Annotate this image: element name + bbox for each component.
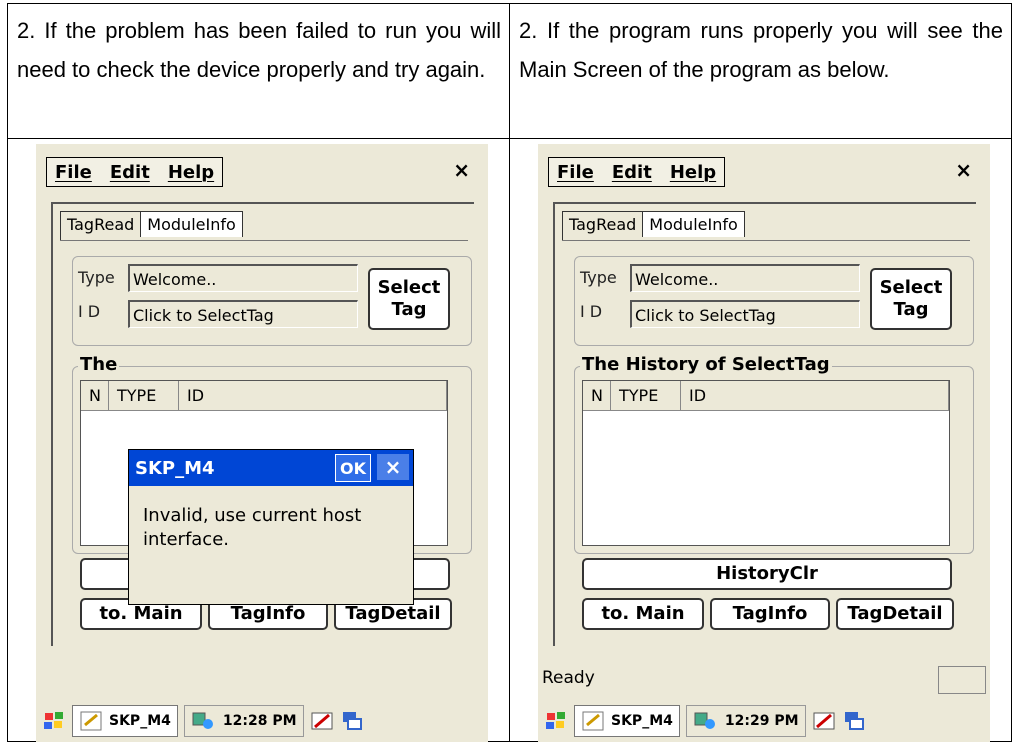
type-field[interactable]: Welcome.. xyxy=(630,264,860,292)
network-icon[interactable] xyxy=(191,709,215,733)
tab-tagread[interactable]: TagRead xyxy=(562,211,643,241)
close-icon[interactable]: × xyxy=(453,158,470,182)
taskbar: SKP_M4 12:29 PM xyxy=(538,699,990,742)
desktop-windows-icon[interactable] xyxy=(842,709,866,733)
col-n[interactable]: N xyxy=(583,381,611,411)
select-tag-button[interactable]: Select Tag xyxy=(870,268,952,330)
col-type[interactable]: TYPE xyxy=(109,381,179,411)
history-title: The History of SelectTag xyxy=(580,354,832,375)
id-label: I D xyxy=(580,302,603,321)
system-tray: 12:29 PM xyxy=(685,704,806,737)
status-text: Ready xyxy=(542,668,595,688)
taskbar-app-button[interactable]: SKP_M4 xyxy=(72,704,178,737)
col-id[interactable]: ID xyxy=(179,381,447,411)
left-instruction-text: 2. If the problem has been failed to run… xyxy=(17,18,501,82)
tab-moduleinfo[interactable]: ModuleInfo xyxy=(140,211,243,237)
clock[interactable]: 12:28 PM xyxy=(223,713,297,729)
network-icon[interactable] xyxy=(693,709,717,733)
dialog-title: SKP_M4 xyxy=(135,457,215,479)
desktop-windows-icon[interactable] xyxy=(340,709,364,733)
history-title: The xyxy=(78,354,120,375)
status-panel xyxy=(938,666,986,694)
app-window-icon xyxy=(80,711,102,730)
id-label: I D xyxy=(78,302,101,321)
dialog-close-icon[interactable]: × xyxy=(377,454,409,480)
status-bar: Ready xyxy=(538,664,990,694)
history-clear-button[interactable]: HistoryClr xyxy=(582,558,952,590)
menu-help[interactable]: Help xyxy=(670,162,716,183)
left-screenshot-cell: File Edit Help × TagRead ModuleInfo Type… xyxy=(7,138,510,742)
to-main-button[interactable]: to. Main xyxy=(582,598,704,630)
history-list[interactable]: N TYPE ID xyxy=(582,380,950,546)
error-dialog: SKP_M4 OK × Invalid, use current host in… xyxy=(128,449,414,605)
windows-start-icon[interactable] xyxy=(42,709,66,733)
col-n[interactable]: N xyxy=(81,381,109,411)
dialog-message: Invalid, use current host interface. xyxy=(143,505,362,550)
taskbar-app-button[interactable]: SKP_M4 xyxy=(574,704,680,737)
list-header: N TYPE ID xyxy=(81,381,447,411)
taginfo-button[interactable]: TagInfo xyxy=(710,598,830,630)
input-panel-icon[interactable] xyxy=(812,709,836,733)
menu-bar: File Edit Help xyxy=(548,157,726,187)
col-type[interactable]: TYPE xyxy=(611,381,681,411)
taskbar-app-label: SKP_M4 xyxy=(611,712,673,729)
tab-tagread[interactable]: TagRead xyxy=(60,211,141,241)
menu-bar: File Edit Help xyxy=(46,157,224,187)
dialog-ok-button[interactable]: OK xyxy=(335,454,371,482)
menu-file[interactable]: File xyxy=(557,162,594,183)
select-tag-button[interactable]: Select Tag xyxy=(368,268,450,330)
tab-strip: TagRead ModuleInfo xyxy=(562,211,745,241)
menu-edit[interactable]: Edit xyxy=(110,162,150,183)
input-panel-icon[interactable] xyxy=(310,709,334,733)
col-id[interactable]: ID xyxy=(681,381,949,411)
right-instruction-text: 2. If the program runs properly you will… xyxy=(519,18,1003,82)
type-field[interactable]: Welcome.. xyxy=(128,264,358,292)
type-label: Type xyxy=(580,268,617,287)
right-screenshot-cell: File Edit Help × TagRead ModuleInfo Type… xyxy=(509,138,1012,742)
windows-start-icon[interactable] xyxy=(544,709,568,733)
list-header: N TYPE ID xyxy=(583,381,949,411)
tab-strip: TagRead ModuleInfo xyxy=(60,211,243,241)
device-screen-main: File Edit Help × TagRead ModuleInfo Type… xyxy=(538,144,990,742)
tagdetail-button[interactable]: TagDetail xyxy=(836,598,954,630)
right-instruction-cell: 2. If the program runs properly you will… xyxy=(509,3,1012,139)
left-instruction-cell: 2. If the problem has been failed to run… xyxy=(7,3,510,139)
menu-file[interactable]: File xyxy=(55,162,92,183)
tab-moduleinfo[interactable]: ModuleInfo xyxy=(642,211,745,237)
type-label: Type xyxy=(78,268,115,287)
menu-edit[interactable]: Edit xyxy=(612,162,652,183)
menu-help[interactable]: Help xyxy=(168,162,214,183)
system-tray: 12:28 PM xyxy=(183,704,304,737)
taskbar-app-label: SKP_M4 xyxy=(109,712,171,729)
status-bar xyxy=(36,664,488,694)
close-icon[interactable]: × xyxy=(955,158,972,182)
dialog-title-bar: SKP_M4 OK × xyxy=(129,450,413,486)
id-field[interactable]: Click to SelectTag xyxy=(128,300,358,328)
app-window-icon xyxy=(582,711,604,730)
clock[interactable]: 12:29 PM xyxy=(725,713,799,729)
taskbar: SKP_M4 12:28 PM xyxy=(36,699,488,742)
device-screen-error: File Edit Help × TagRead ModuleInfo Type… xyxy=(36,144,488,742)
document-table: 2. If the problem has been failed to run… xyxy=(7,3,1012,742)
id-field[interactable]: Click to SelectTag xyxy=(630,300,860,328)
